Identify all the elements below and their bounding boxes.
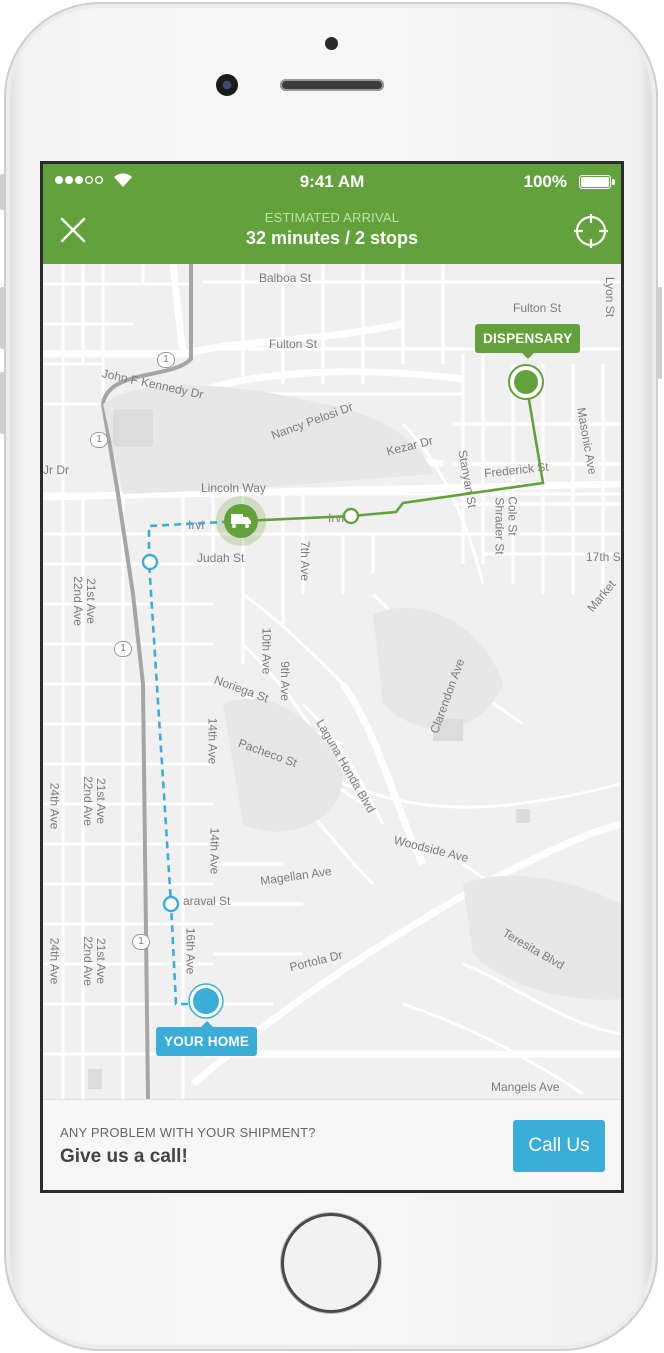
- status-bar: 9:41 AM 100%: [43, 164, 621, 200]
- app-screen: 9:41 AM 100% ESTIMATED ARRIVAL 32 minute…: [43, 164, 621, 1190]
- nav-bar: ESTIMATED ARRIVAL 32 minutes / 2 stops: [43, 200, 621, 264]
- volume-down-button: [0, 372, 5, 434]
- your-home-label[interactable]: YOUR HOME: [156, 1021, 258, 1056]
- front-camera: [216, 74, 238, 96]
- dispensary-marker: [508, 364, 544, 400]
- phone-screen: 9:41 AM 100% ESTIMATED ARRIVAL 32 minute…: [40, 161, 624, 1193]
- crosshair-icon[interactable]: [573, 213, 609, 249]
- volume-up-button: [0, 287, 5, 349]
- waypoint-marker: [141, 553, 159, 571]
- call-us-button[interactable]: Call Us: [513, 1120, 605, 1172]
- call-prompt: Give us a call!: [60, 1146, 188, 1167]
- home-marker: [188, 983, 224, 1019]
- battery-icon: [579, 175, 615, 189]
- earpiece-speaker: [280, 79, 384, 91]
- estimated-arrival-label: ESTIMATED ARRIVAL: [264, 210, 400, 225]
- home-button[interactable]: [281, 1213, 381, 1313]
- route-map[interactable]: Balboa St Fulton St Fulton St John F Ken…: [43, 264, 621, 1099]
- proximity-sensor: [325, 37, 338, 50]
- pending-route-line: [147, 519, 242, 1006]
- delivery-truck-marker: [216, 496, 266, 546]
- route-overlay: [141, 364, 545, 1019]
- mute-switch: [0, 174, 5, 210]
- dispensary-label[interactable]: DISPENSARY: [475, 324, 581, 359]
- waypoint-marker: [342, 507, 360, 525]
- support-footer: ANY PROBLEM WITH YOUR SHIPMENT? Give us …: [43, 1099, 621, 1190]
- shipment-problem-question: ANY PROBLEM WITH YOUR SHIPMENT?: [60, 1125, 316, 1140]
- eta-summary: 32 minutes / 2 stops: [245, 228, 419, 248]
- battery-percent: 100%: [523, 172, 567, 191]
- nav-title-group: ESTIMATED ARRIVAL 32 minutes / 2 stops: [43, 210, 621, 249]
- completed-route-line: [240, 381, 545, 523]
- waypoint-marker: [162, 895, 180, 913]
- power-button: [657, 287, 662, 379]
